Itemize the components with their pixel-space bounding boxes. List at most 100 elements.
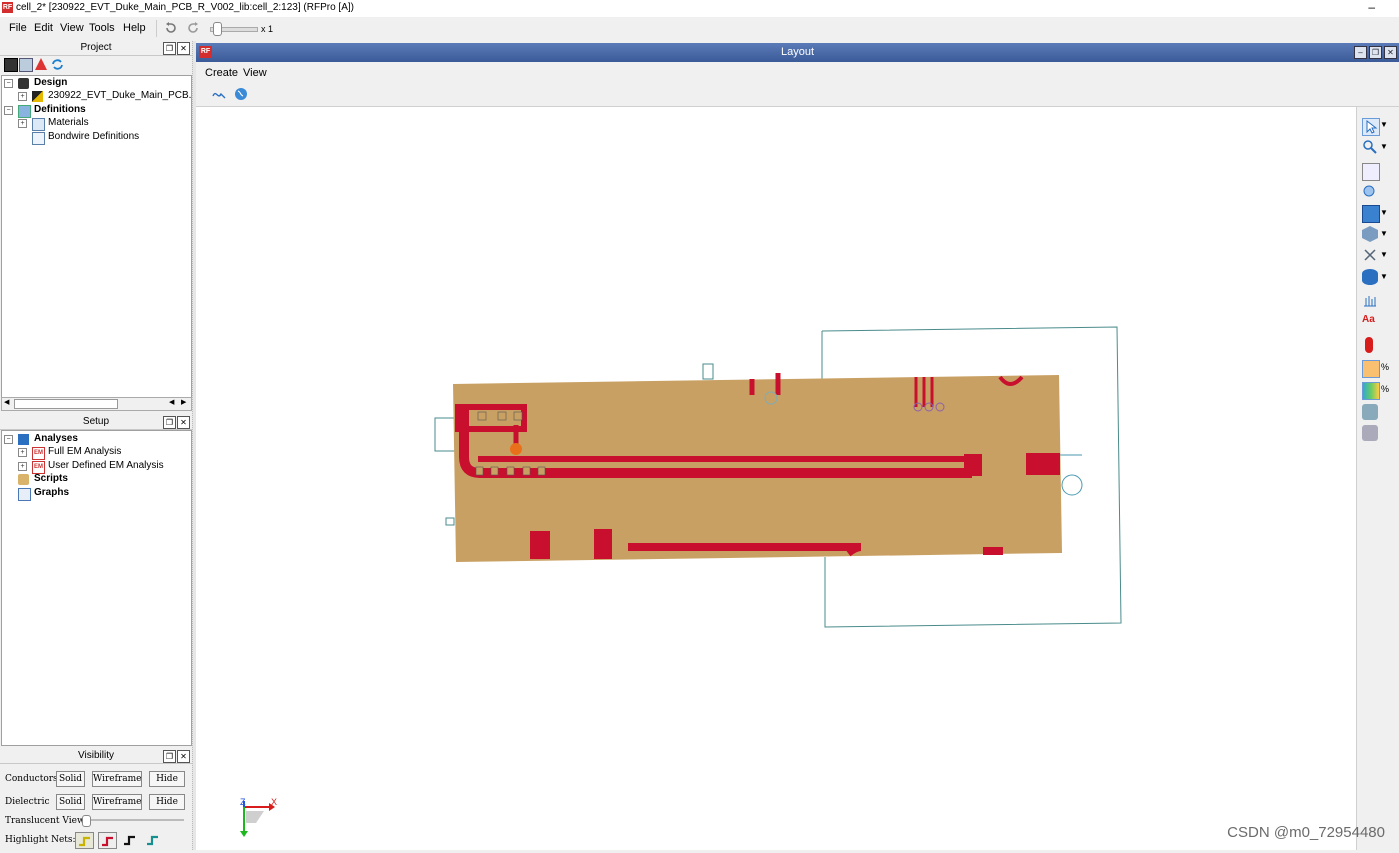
menu-bar: File Edit View Tools Help x 1 (0, 17, 1399, 40)
tree-item-scripts[interactable]: Scripts (4, 473, 184, 486)
layout-menu-view[interactable]: View (243, 67, 267, 79)
layout-menu-create[interactable]: Create (205, 67, 238, 79)
menu-edit[interactable]: Edit (34, 22, 53, 34)
percent-icon[interactable]: % (1381, 362, 1397, 378)
contour-icon[interactable] (1362, 382, 1380, 400)
expand-icon[interactable]: + (18, 92, 27, 101)
pan-icon[interactable] (1362, 247, 1378, 263)
dielectric-label: Dielectric (5, 797, 50, 807)
minimize-button[interactable]: – (1368, 0, 1375, 14)
refresh-icon[interactable] (51, 58, 64, 71)
ruler-icon[interactable] (1362, 292, 1378, 308)
dielectric-hide-button[interactable]: Hide (149, 794, 185, 810)
menu-file[interactable]: File (9, 22, 27, 34)
conductors-solid-button[interactable]: Solid (56, 771, 85, 787)
dielectric-wireframe-button[interactable]: Wireframe (92, 794, 142, 810)
copper-bottom-pad-right (983, 547, 1003, 555)
close-icon[interactable]: ✕ (177, 416, 190, 429)
list-mode-icon[interactable] (19, 58, 33, 72)
tree-item-definitions[interactable]: − Definitions (4, 104, 184, 118)
color-mode-icon[interactable] (1362, 360, 1380, 378)
tree-item-design[interactable]: − Design (4, 77, 184, 90)
view-mode-icon[interactable] (4, 58, 18, 72)
menu-view[interactable]: View (60, 22, 84, 34)
text-annotation-icon[interactable]: Aa (1362, 314, 1378, 330)
tree-item-full-em[interactable]: + EM Full EM Analysis (18, 446, 188, 460)
scrollbar-thumb[interactable] (14, 399, 118, 409)
tree-item-bondwire[interactable]: Bondwire Definitions (18, 131, 188, 145)
zoom-area-icon[interactable] (1362, 184, 1378, 200)
close-icon[interactable]: ✕ (177, 42, 190, 55)
cube-dropdown-icon[interactable]: ▼ (1380, 208, 1396, 224)
zoom-dropdown-icon[interactable]: ▼ (1380, 142, 1396, 158)
collapse-icon[interactable]: − (4, 106, 13, 115)
tree-item-user-em[interactable]: + EM User Defined EM Analysis (18, 460, 188, 474)
conductors-hide-button[interactable]: Hide (149, 771, 185, 787)
zoom-icon[interactable] (1362, 139, 1378, 155)
translucent-label: Translucent View: (5, 816, 88, 826)
float-icon[interactable]: ❐ (163, 416, 176, 429)
tree-label-analyses: Analyses (34, 433, 78, 444)
expand-icon[interactable]: + (18, 119, 27, 128)
pad-square (537, 466, 546, 476)
layout-close-button[interactable]: ✕ (1384, 46, 1397, 59)
redo-icon[interactable] (186, 21, 200, 35)
dielectric-solid-button[interactable]: Solid (56, 794, 85, 810)
iso-dropdown-icon[interactable]: ▼ (1380, 229, 1396, 245)
layout-minimize-button[interactable]: – (1354, 46, 1367, 59)
percent-icon[interactable]: % (1381, 384, 1397, 400)
iso-view-icon[interactable] (1362, 226, 1378, 242)
trace-icon[interactable] (212, 87, 226, 101)
highlight-net-teal-icon[interactable] (144, 832, 161, 847)
window-title: cell_2* [230922_EVT_Duke_Main_PCB_R_V002… (16, 2, 354, 13)
tree-item-graphs[interactable]: Graphs (4, 487, 184, 501)
cube-view-icon[interactable] (1362, 205, 1380, 223)
menu-tools[interactable]: Tools (89, 22, 115, 34)
fit-view-icon[interactable] (1362, 163, 1380, 181)
graphs-icon (18, 488, 31, 501)
project-h-scrollbar[interactable]: ◀ ◀ ▶ (1, 397, 192, 411)
layout-menu-bar: Create View (196, 62, 1399, 82)
float-icon[interactable]: ❐ (163, 750, 176, 763)
collapse-icon[interactable]: − (4, 435, 13, 444)
setup-tree: − Analyses + EM Full EM Analysis + EM Us… (1, 430, 192, 746)
globe-icon[interactable] (234, 87, 248, 101)
scroll-left-icon[interactable]: ◀ (4, 399, 12, 407)
scroll-right-icon[interactable]: ▶ (181, 399, 189, 407)
highlight-net-red-icon[interactable] (98, 832, 117, 849)
visibility-panel-header: Visibility ❐ ✕ (0, 749, 192, 764)
pcb-drawing (434, 326, 1122, 628)
zoom-slider-thumb[interactable] (213, 22, 222, 36)
tree-item-materials[interactable]: + Materials (18, 117, 188, 131)
select-arrow-icon[interactable] (1362, 118, 1380, 136)
project-toolbar (2, 57, 190, 74)
expand-icon[interactable]: + (18, 448, 27, 457)
tree-item-design-file[interactable]: + 230922_EVT_Duke_Main_PCB... (18, 90, 197, 103)
layers-dropdown-icon[interactable]: ▼ (1380, 272, 1396, 288)
settings-icon[interactable] (1362, 425, 1378, 441)
thermometer-icon[interactable] (1365, 337, 1373, 353)
pan-dropdown-icon[interactable]: ▼ (1380, 250, 1396, 266)
translucent-slider-thumb[interactable] (82, 815, 91, 827)
layers-icon[interactable] (1362, 269, 1378, 285)
tree-label-definitions: Definitions (34, 104, 86, 115)
layout-restore-button[interactable]: ❐ (1369, 46, 1382, 59)
highlight-net-black-icon[interactable] (121, 832, 138, 847)
close-icon[interactable]: ✕ (177, 750, 190, 763)
expand-icon[interactable]: + (18, 462, 27, 471)
float-icon[interactable]: ❐ (163, 42, 176, 55)
translucent-slider-track[interactable] (84, 819, 184, 821)
tree-item-analyses[interactable]: − Analyses (4, 433, 184, 446)
copper-pad-edge (1026, 453, 1060, 475)
layout-canvas[interactable]: X Z (196, 107, 1356, 850)
highlight-net-yellow-icon[interactable] (75, 832, 94, 849)
pad-square (490, 466, 499, 476)
menu-help[interactable]: Help (123, 22, 146, 34)
undo-icon[interactable] (164, 21, 178, 35)
select-dropdown-icon[interactable]: ▼ (1380, 120, 1396, 136)
hierarchy-icon[interactable] (35, 58, 47, 70)
conductors-wireframe-button[interactable]: Wireframe (92, 771, 142, 787)
camera-icon[interactable] (1362, 404, 1378, 420)
scroll-left-icon[interactable]: ◀ (169, 399, 177, 407)
collapse-icon[interactable]: − (4, 79, 13, 88)
